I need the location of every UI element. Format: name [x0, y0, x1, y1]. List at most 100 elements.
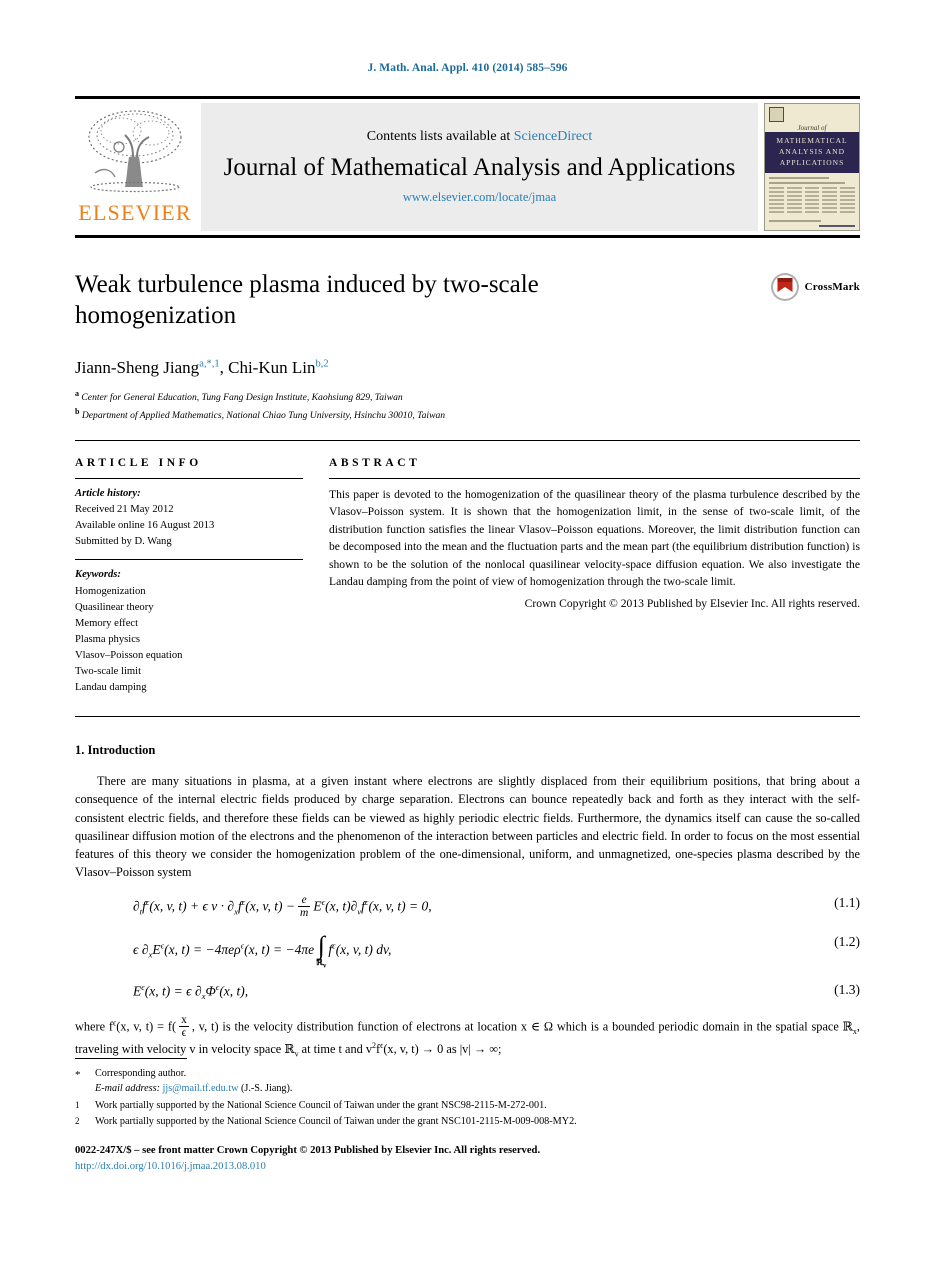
article-history-item: Submitted by D. Wang — [75, 536, 172, 548]
eq1-fraction: em — [298, 894, 311, 919]
article-info-column: ARTICLE INFO Article history: Received 2… — [75, 457, 303, 696]
integral-icon: ∫ — [317, 931, 325, 961]
cover-title-band: MATHEMATICAL ANALYSIS AND APPLICATIONS — [765, 132, 859, 173]
abstract-column: ABSTRACT This paper is devoted to the ho… — [329, 457, 860, 696]
keyword-item: Plasma physics — [75, 633, 141, 645]
equation-1-number: (1.1) — [834, 895, 860, 911]
cover-mini-logo-icon — [769, 107, 784, 122]
keyword-item: Landau damping — [75, 682, 147, 694]
affiliation-a: a Center for General Education, Tung Fan… — [75, 388, 860, 406]
title-area: Weak turbulence plasma induced by two-sc… — [75, 270, 860, 340]
article-info-rule — [75, 478, 303, 480]
contents-prefix: Contents lists available at — [366, 128, 514, 144]
cover-band-line-3: APPLICATIONS — [779, 157, 845, 167]
footnote-1-text: Work partially supported by the National… — [95, 1099, 547, 1111]
keyword-item: Vlasov–Poisson equation — [75, 649, 183, 661]
eq2-integral-limit: ℝv — [316, 957, 326, 970]
affiliation-b-mark: b — [75, 407, 80, 417]
author-1: Jiann-Sheng Jianga,*,1 — [75, 358, 220, 377]
article-info-label: ARTICLE INFO — [75, 457, 202, 470]
equation-3-number: (1.3) — [834, 981, 860, 997]
eq1-p7: (x, t)∂ — [325, 899, 358, 914]
eq1-frac-numerator: e — [298, 894, 311, 908]
eq2-p6: (x, v, t) dv, — [335, 942, 392, 958]
section-heading-introduction: 1. Introduction — [75, 743, 156, 758]
journal-homepage-link[interactable]: www.elsevier.com/locate/jmaa — [403, 190, 556, 205]
author-list: Jiann-Sheng Jianga,*,1, Chi-Kun Linb,2 — [75, 358, 860, 378]
p2-g: (x, v, t) → 0 as |v| → ∞; — [383, 1042, 502, 1057]
eq1-p3: (x, v, t) + ϵ v · ∂ — [149, 899, 235, 914]
body-area: 1. Introduction There are many situation… — [75, 743, 860, 1060]
footnote-mark-2: 2 — [75, 1115, 80, 1126]
intro-paragraph-1: There are many situations in plasma, at … — [75, 774, 860, 880]
eq3-p4: (x, t), — [219, 983, 249, 999]
cover-contents-lines — [765, 173, 859, 217]
abstract-label: ABSTRACT — [329, 457, 421, 470]
p2-b: (x, v, t) = f( — [116, 1019, 177, 1034]
equation-2-body: ϵ ∂xEϵ(x, t) = −4πeρϵ(x, t) = −4πe ∫ ℝv fϵ(… — [75, 931, 806, 970]
footnote-mark-star: * — [75, 1069, 81, 1081]
divider-above-info — [75, 440, 860, 442]
p2-fraction: xϵ — [179, 1014, 189, 1040]
footnote-corresponding-author: * Corresponding author. E-mail address: … — [75, 1066, 860, 1097]
eq2-p1: ϵ ∂ — [133, 942, 149, 958]
article-history-group: Article history: Received 21 May 2012 Av… — [75, 486, 303, 550]
affiliation-b-text: Department of Applied Mathematics, Natio… — [81, 410, 446, 422]
author-1-marks[interactable]: a,*,1 — [199, 358, 219, 369]
affiliation-a-text: Center for General Education, Tung Fang … — [81, 392, 403, 404]
keyword-item: Quasilinear theory — [75, 601, 154, 613]
p2-c: , v, t) is the velocity distribution fun… — [191, 1019, 853, 1034]
page-title: Weak turbulence plasma induced by two-sc… — [75, 271, 539, 329]
author-1-name: Jiann-Sheng Jiang — [75, 358, 200, 377]
eq3-p1: E — [133, 983, 142, 999]
cover-top: Journal of — [765, 104, 859, 132]
crossmark-icon — [770, 273, 799, 301]
email-owner: (J.-S. Jiang). — [238, 1083, 293, 1095]
affiliation-a-mark: a — [75, 389, 79, 398]
eq2-p4: (x, t) = −4πe — [244, 942, 315, 958]
equation-1-row: ∂tfϵ(x, v, t) + ϵ v · ∂xfϵ(x, v, t) − e m E… — [75, 894, 860, 920]
cover-band-line-1: MATHEMATICAL — [776, 136, 848, 145]
cover-contents-grid — [769, 186, 855, 213]
elsevier-wordmark: ELSEVIER — [78, 200, 192, 225]
cover-footer — [765, 217, 859, 230]
eq2-p2: E — [152, 942, 161, 958]
colophon: 0022-247X/$ – see front matter Crown Cop… — [75, 1143, 540, 1175]
elsevier-tree-icon — [88, 110, 182, 193]
keyword-item: Memory effect — [75, 617, 139, 629]
equation-1-body: ∂tfϵ(x, v, t) + ϵ v · ∂xfϵ(x, v, t) − e m E… — [75, 894, 806, 920]
keyword-item: Two-scale limit — [75, 666, 142, 678]
email-link[interactable]: jjs@mail.tf.edu.tw — [163, 1083, 239, 1094]
issn-front-matter-line: 0022-247X/$ – see front matter Crown Cop… — [75, 1145, 541, 1156]
sciencedirect-link[interactable]: ScienceDirect — [514, 129, 593, 144]
intro-paragraph-2: where fϵ(x, v, t) = f(x ϵ, v, t) is the v… — [75, 1014, 860, 1059]
eq2-p3: (x, t) = −4πeρ — [164, 942, 241, 958]
author-2-marks[interactable]: b,2 — [315, 358, 328, 369]
equation-3-body: Eϵ(x, t) = ϵ ∂xΦϵ(x, t), — [75, 982, 806, 1001]
eq2-integral-domain-sub: v — [322, 961, 327, 970]
article-history-item: Received 21 May 2012 — [75, 504, 174, 516]
footnote-area: * Corresponding author. E-mail address: … — [75, 1058, 860, 1130]
article-info-separator — [75, 559, 303, 561]
abstract-rule — [329, 478, 860, 480]
p2-e: at time t and v — [298, 1042, 372, 1057]
divider-below-abstract — [75, 716, 860, 718]
eq1-p9: (x, v, t) = 0, — [368, 899, 432, 914]
eq3-p2: (x, t) = ϵ ∂ — [144, 983, 202, 999]
crossmark-label: CrossMark — [804, 281, 860, 293]
paper-page: J. Math. Anal. Appl. 410 (2014) 585–596 — [0, 0, 935, 1266]
email-line: E-mail address: jjs@mail.tf.edu.tw (J.-S… — [95, 1081, 860, 1096]
cover-journal-of-label: Journal of — [797, 124, 827, 132]
eq1-p6: E — [313, 899, 322, 914]
doi-link[interactable]: http://dx.doi.org/10.1016/j.jmaa.2013.08… — [75, 1159, 540, 1175]
footnote-mark-1: 1 — [75, 1099, 80, 1110]
running-head: J. Math. Anal. Appl. 410 (2014) 585–596 — [367, 62, 568, 74]
footnote-1: 1 Work partially supported by the Nation… — [75, 1098, 860, 1113]
author-2: Chi-Kun Linb,2 — [228, 358, 328, 377]
contents-available-line: Contents lists available at ScienceDirec… — [367, 129, 593, 145]
crossmark-badge[interactable]: CrossMark — [770, 272, 860, 302]
affiliation-b: b Department of Applied Mathematics, Nat… — [75, 406, 860, 424]
keywords-group: Keywords: Homogenization Quasilinear the… — [75, 567, 303, 696]
equation-2-row: ϵ ∂xEϵ(x, t) = −4πeρϵ(x, t) = −4πe ∫ ℝv fϵ(… — [75, 931, 860, 970]
elsevier-logo: ELSEVIER — [75, 103, 195, 231]
